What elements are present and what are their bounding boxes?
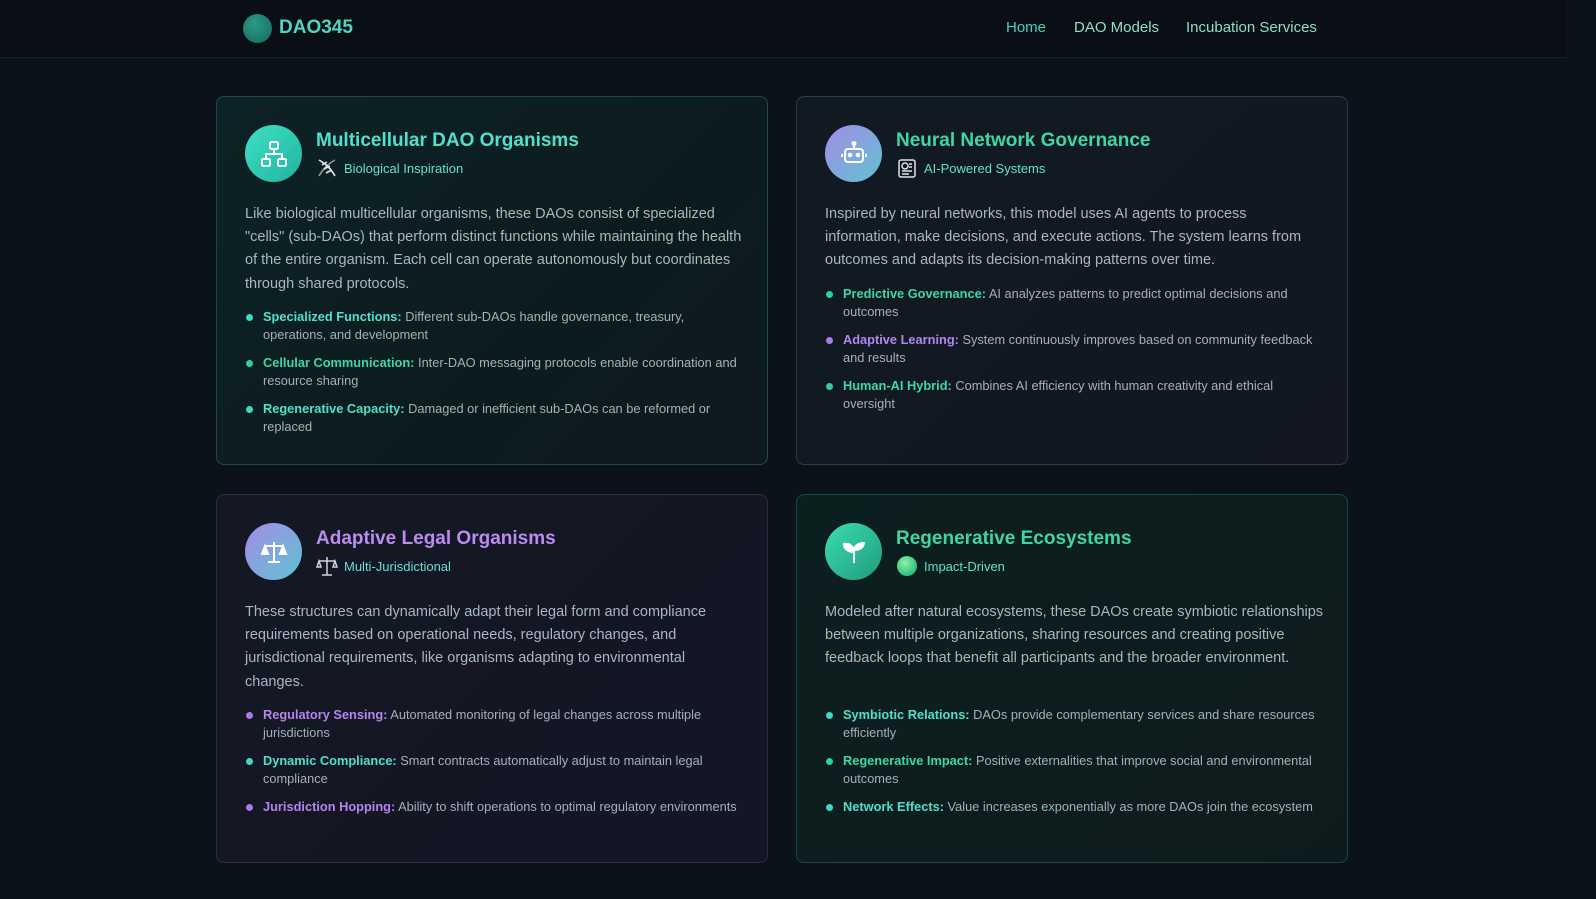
list-item: Regulatory Sensing: Automated monitoring…: [245, 706, 745, 742]
bullet-dot: [826, 383, 833, 390]
card-badge-label: Biological Inspiration: [344, 160, 464, 176]
list-item: Human-AI Hybrid: Combines AI efficiency …: [825, 377, 1325, 413]
card-badge-label: AI-Powered Systems: [924, 160, 1046, 176]
feature-key: Regenerative Capacity:: [263, 401, 405, 416]
bullet-dot: [826, 712, 833, 719]
feature-text: Value increases exponentially as more DA…: [943, 799, 1313, 814]
top-navigation-bar: DAO345 Home DAO Models Incubation Servic…: [0, 0, 1566, 58]
nav-dao-models-link[interactable]: DAO Models: [1074, 19, 1159, 36]
bullet-dot: [246, 712, 253, 719]
scales-icon: [245, 523, 302, 580]
card-adaptive-legal-organisms: Adaptive Legal Organisms Multi-Jurisdict…: [216, 494, 768, 863]
card-neural-network-governance: Neural Network Governance AI-Powered Sys…: [796, 96, 1348, 465]
feature-key: Predictive Governance:: [843, 286, 986, 301]
card-badge-label: Multi-Jurisdictional: [344, 558, 451, 574]
feature-key: Regulatory Sensing:: [263, 707, 388, 722]
list-item: Predictive Governance: AI analyzes patte…: [825, 285, 1325, 321]
bullet-dot: [826, 291, 833, 298]
bullet-dot: [246, 758, 253, 765]
feature-key: Human-AI Hybrid:: [843, 378, 952, 393]
list-item: Specialized Functions: Different sub-DAO…: [245, 308, 745, 344]
list-item: Adaptive Learning: System continuously i…: [825, 331, 1325, 367]
card-description: Modeled after natural ecosystems, these …: [825, 604, 1324, 667]
list-item: Regenerative Capacity: Damaged or ineffi…: [245, 400, 745, 436]
bullet-dot: [826, 337, 833, 344]
bullet-dot: [826, 804, 833, 811]
feature-list: Symbiotic Relations: DAOs provide comple…: [825, 706, 1325, 826]
feature-key: Dynamic Compliance:: [263, 753, 397, 768]
bullet-dot: [246, 406, 253, 413]
ai-chip-icon: [896, 157, 918, 179]
card-badge: Multi-Jurisdictional: [316, 555, 451, 577]
dna-icon: [316, 157, 338, 179]
nav-home-link[interactable]: Home: [1006, 19, 1046, 36]
list-item: Dynamic Compliance: Smart contracts auto…: [245, 752, 745, 788]
logo-text[interactable]: DAO345: [279, 17, 353, 39]
card-title: Neural Network Governance: [896, 130, 1151, 151]
robot-icon: [825, 125, 882, 182]
feature-key: Network Effects:: [843, 799, 944, 814]
feature-list: Specialized Functions: Different sub-DAO…: [245, 308, 745, 446]
bullet-dot: [246, 314, 253, 321]
card-title: Regenerative Ecosystems: [896, 528, 1132, 549]
list-item: Cellular Communication: Inter-DAO messag…: [245, 354, 745, 390]
nav-incubation-services-link[interactable]: Incubation Services: [1186, 19, 1317, 36]
page-scrollbar[interactable]: [1566, 0, 1596, 899]
green-globe-icon: [896, 555, 918, 577]
card-badge: AI-Powered Systems: [896, 157, 1045, 179]
logo-icon[interactable]: [243, 14, 272, 43]
card-multicellular-dao: Multicellular DAO Organisms Biological I…: [216, 96, 768, 465]
card-badge: Biological Inspiration: [316, 157, 463, 179]
list-item: Jurisdiction Hopping: Ability to shift o…: [245, 798, 745, 816]
list-item: Symbiotic Relations: DAOs provide comple…: [825, 706, 1325, 742]
bullet-dot: [826, 758, 833, 765]
card-badge-label: Impact-Driven: [924, 558, 1005, 574]
feature-key: Symbiotic Relations:: [843, 707, 970, 722]
card-badge: Impact-Driven: [896, 555, 1005, 577]
card-description: Inspired by neural networks, this model …: [825, 206, 1302, 269]
card-description: Like biological multicellular organisms,…: [245, 206, 742, 292]
card-regenerative-ecosystems: Regenerative Ecosystems Impact-Driven Mo…: [796, 494, 1348, 863]
feature-key: Cellular Communication:: [263, 355, 415, 370]
feature-text: Ability to shift operations to optimal r…: [395, 799, 737, 814]
network-hierarchy-icon: [245, 125, 302, 182]
balance-scale-icon: [316, 555, 338, 577]
card-description: These structures can dynamically adapt t…: [245, 604, 707, 690]
feature-list: Predictive Governance: AI analyzes patte…: [825, 285, 1325, 423]
card-title: Adaptive Legal Organisms: [316, 528, 556, 549]
card-title: Multicellular DAO Organisms: [316, 130, 579, 151]
feature-key: Specialized Functions:: [263, 309, 402, 324]
list-item: Network Effects: Value increases exponen…: [825, 798, 1325, 816]
bullet-dot: [246, 360, 253, 367]
feature-list: Regulatory Sensing: Automated monitoring…: [245, 706, 745, 826]
feature-key: Adaptive Learning:: [843, 332, 959, 347]
feature-key: Jurisdiction Hopping:: [263, 799, 396, 814]
list-item: Regenerative Impact: Positive externalit…: [825, 752, 1325, 788]
sprout-icon: [825, 523, 882, 580]
feature-key: Regenerative Impact:: [843, 753, 973, 768]
bullet-dot: [246, 804, 253, 811]
